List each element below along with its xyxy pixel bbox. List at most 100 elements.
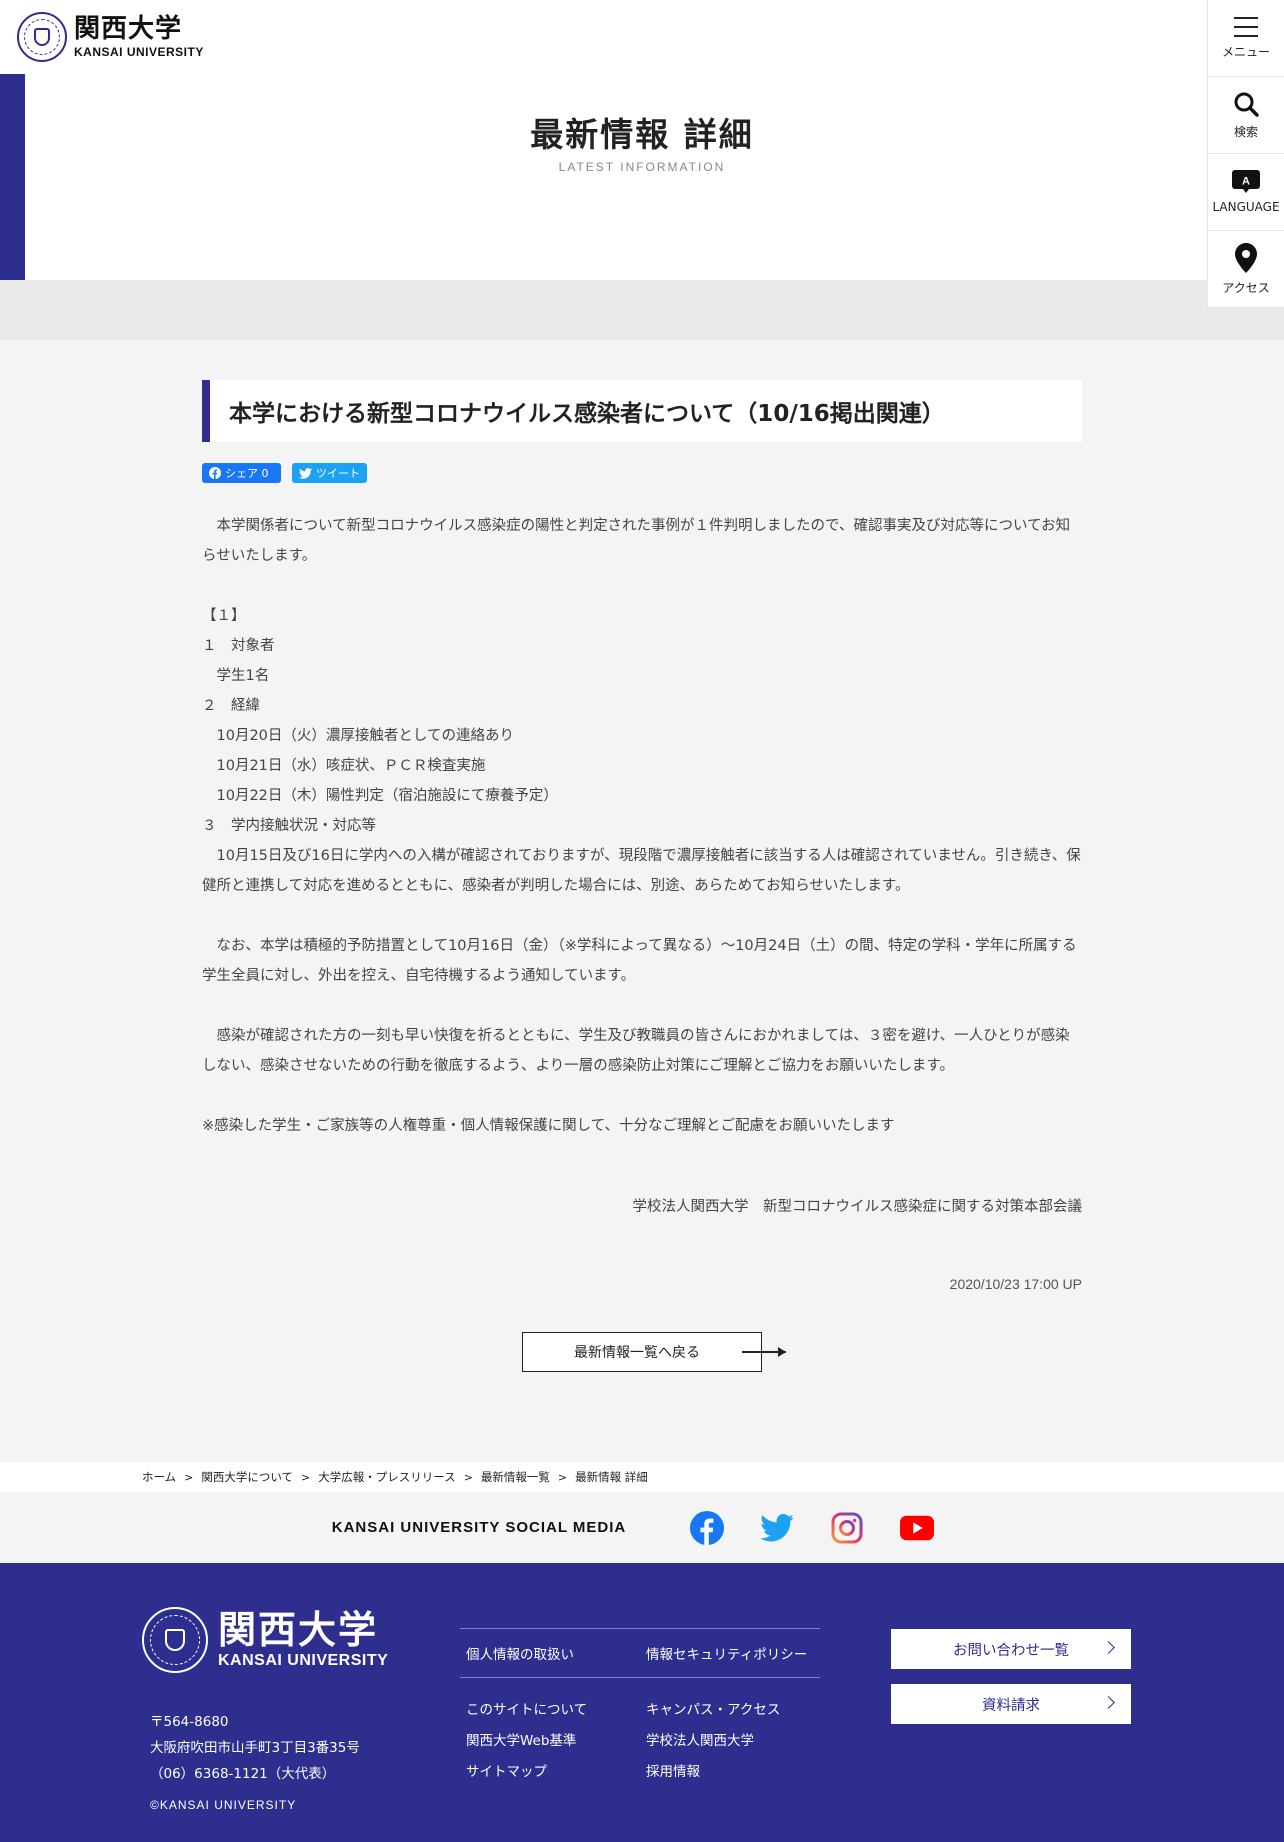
- university-seal-icon: [17, 12, 67, 62]
- article-paragraph: [202, 1081, 1082, 1111]
- site-footer: 関西大学 KANSAI UNIVERSITY 〒564-8680 大阪府吹田市山…: [0, 1563, 1284, 1842]
- article-paragraph: なお、本学は積極的予防措置として10月16日（金）（※学科によって異なる）～10…: [202, 938, 1077, 984]
- search-label: 検索: [1233, 124, 1258, 139]
- back-to-list-button[interactable]: 最新情報一覧へ戻る: [522, 1332, 762, 1372]
- arrow-right-icon: [742, 1347, 786, 1357]
- footer-links: 個人情報の取扱い 情報セキュリティポリシー このサイトについて キャンパス・アク…: [460, 1628, 820, 1785]
- footer-copyright: ©KANSAI UNIVERSITY: [150, 1798, 297, 1812]
- request-materials-label: 資料請求: [982, 1697, 1040, 1714]
- breadcrumb-press[interactable]: 大学広報・プレスリリース: [318, 1469, 455, 1485]
- back-to-list-label: 最新情報一覧へ戻る: [574, 1345, 700, 1361]
- facebook-icon: [690, 1510, 725, 1545]
- facebook-icon: [209, 467, 221, 479]
- social-media-label: KANSAI UNIVERSITY SOCIAL MEDIA: [331, 1519, 627, 1536]
- facebook-link[interactable]: [690, 1510, 725, 1545]
- article-paragraph: 10月20日（火）濃厚接触者としての連絡あり: [202, 728, 514, 744]
- footer-logo[interactable]: 関西大学 KANSAI UNIVERSITY: [142, 1607, 388, 1673]
- facebook-share-button[interactable]: シェア 0: [202, 463, 281, 483]
- article-paragraph: 感染が確認された方の一刻も早い快復を祈るとともに、学生及び教職員の皆さんにおかれ…: [202, 1028, 1070, 1074]
- footer-buttons: お問い合わせ一覧 資料請求: [891, 1629, 1131, 1739]
- chevron-right-icon: [1102, 1641, 1115, 1654]
- facebook-share-label: シェア 0: [225, 467, 269, 480]
- breadcrumb: ホーム > 関西大学について > 大学広報・プレスリリース > 最新情報一覧 >…: [0, 1462, 1284, 1492]
- article-signature: 学校法人関西大学 新型コロナウイルス感染症に関する対策本部会議: [632, 1199, 1083, 1215]
- article-paragraph: 学生1名: [202, 668, 270, 684]
- footer-divider: [460, 1677, 820, 1678]
- article-paragraph: １ 対象者: [202, 638, 275, 654]
- article: 本学における新型コロナウイルス感染者について（10/16掲出関連） シェア 0 …: [202, 380, 1082, 1372]
- footer-postal: 〒564-8680: [150, 1714, 229, 1730]
- article-paragraph: [202, 571, 1082, 601]
- footer-link-about-site[interactable]: このサイトについて: [460, 1698, 640, 1718]
- breadcrumb-separator: >: [301, 1470, 311, 1484]
- twitter-icon: [299, 467, 312, 479]
- article-paragraph: ３ 学内接触状況・対応等: [202, 818, 376, 834]
- university-seal-icon: [142, 1607, 208, 1673]
- back-link-wrap: 最新情報一覧へ戻る: [202, 1332, 1082, 1372]
- header-band: [0, 280, 1284, 340]
- map-pin-icon: [1235, 242, 1257, 273]
- language-button[interactable]: A LANGUAGE: [1208, 154, 1284, 231]
- footer-link-security-policy[interactable]: 情報セキュリティポリシー: [640, 1643, 820, 1663]
- search-icon: [1234, 92, 1259, 117]
- footer-address: 〒564-8680 大阪府吹田市山手町3丁目3番35号 （06）6368-112…: [150, 1709, 360, 1787]
- article-paragraph: [202, 901, 1082, 931]
- footer-phone: （06）6368-1121（大代表）: [150, 1766, 336, 1782]
- instagram-link[interactable]: [830, 1511, 864, 1545]
- share-buttons: シェア 0 ツイート: [202, 463, 1082, 483]
- article-title: 本学における新型コロナウイルス感染者について（10/16掲出関連）: [202, 380, 1082, 442]
- footer-link-sitemap[interactable]: サイトマップ: [460, 1760, 640, 1780]
- twitter-share-button[interactable]: ツイート: [292, 463, 367, 483]
- article-body: 本学関係者について新型コロナウイルス感染症の陽性と判定された事例が１件判明しまし…: [202, 511, 1082, 1141]
- search-button[interactable]: 検索: [1208, 77, 1284, 154]
- twitter-link[interactable]: [760, 1511, 795, 1545]
- article-paragraph: 【１】: [202, 608, 246, 624]
- footer-link-privacy[interactable]: 個人情報の取扱い: [460, 1643, 640, 1663]
- article-paragraph: ２ 経緯: [202, 698, 260, 714]
- menu-label: メニュー: [1221, 44, 1270, 59]
- page-title: 最新情報 詳細: [530, 115, 754, 154]
- contact-list-button[interactable]: お問い合わせ一覧: [891, 1629, 1131, 1669]
- language-icon: A: [1232, 170, 1260, 193]
- article-paragraph: 本学関係者について新型コロナウイルス感染症の陽性と判定された事例が１件判明しまし…: [202, 518, 1071, 564]
- access-label: アクセス: [1222, 280, 1270, 295]
- breadcrumb-separator: >: [184, 1470, 194, 1484]
- page-header: 関西大学 KANSAI UNIVERSITY 最新情報 詳細 LATEST IN…: [0, 0, 1284, 280]
- language-badge: A: [1242, 176, 1250, 188]
- breadcrumb-about[interactable]: 関西大学について: [201, 1469, 293, 1485]
- menu-button[interactable]: メニュー: [1208, 0, 1284, 77]
- article-paragraph: 10月22日（木）陽性判定（宿泊施設にて療養予定）: [202, 788, 558, 804]
- hamburger-icon: [1234, 16, 1258, 37]
- footer-link-recruit[interactable]: 採用情報: [640, 1760, 820, 1780]
- instagram-icon: [831, 1512, 863, 1543]
- logo-name-jp: 関西大学: [74, 14, 183, 44]
- request-materials-button[interactable]: 資料請求: [891, 1684, 1131, 1724]
- footer-logo-name-en: KANSAI UNIVERSITY: [218, 1652, 389, 1669]
- social-media-bar: KANSAI UNIVERSITY SOCIAL MEDIA: [0, 1492, 1284, 1563]
- utility-nav: メニュー 検索 A LANGUAGE アクセス: [1207, 0, 1284, 308]
- page-subtitle: LATEST INFORMATION: [558, 160, 726, 174]
- twitter-share-label: ツイート: [316, 467, 360, 480]
- footer-street-address: 大阪府吹田市山手町3丁目3番35号: [150, 1740, 360, 1756]
- accent-bar: [0, 74, 25, 280]
- youtube-link[interactable]: [900, 1511, 935, 1545]
- youtube-icon: [900, 1515, 935, 1540]
- footer-link-web-standards[interactable]: 関西大学Web基準: [460, 1729, 640, 1749]
- language-label: LANGUAGE: [1212, 200, 1280, 214]
- footer-link-campus-access[interactable]: キャンパス・アクセス: [640, 1698, 820, 1718]
- site-logo[interactable]: 関西大学 KANSAI UNIVERSITY: [0, 0, 210, 74]
- footer-link-corporation[interactable]: 学校法人関西大学: [640, 1729, 820, 1749]
- article-paragraph: 10月21日（水）咳症状、ＰＣＲ検査実施: [202, 758, 486, 774]
- access-button[interactable]: アクセス: [1208, 231, 1284, 308]
- contact-list-label: お問い合わせ一覧: [953, 1642, 1069, 1659]
- breadcrumb-separator: >: [557, 1470, 568, 1484]
- breadcrumb-current: 最新情報 詳細: [575, 1470, 648, 1484]
- article-date: 2020/10/23 17:00 UP: [949, 1276, 1082, 1292]
- breadcrumb-separator: >: [463, 1470, 473, 1484]
- twitter-icon: [760, 1513, 795, 1541]
- logo-name-en: KANSAI UNIVERSITY: [74, 45, 204, 59]
- breadcrumb-news-list[interactable]: 最新情報一覧: [481, 1469, 550, 1485]
- breadcrumb-home[interactable]: ホーム: [142, 1469, 176, 1485]
- chevron-right-icon: [1102, 1696, 1115, 1709]
- article-paragraph: [202, 991, 1082, 1021]
